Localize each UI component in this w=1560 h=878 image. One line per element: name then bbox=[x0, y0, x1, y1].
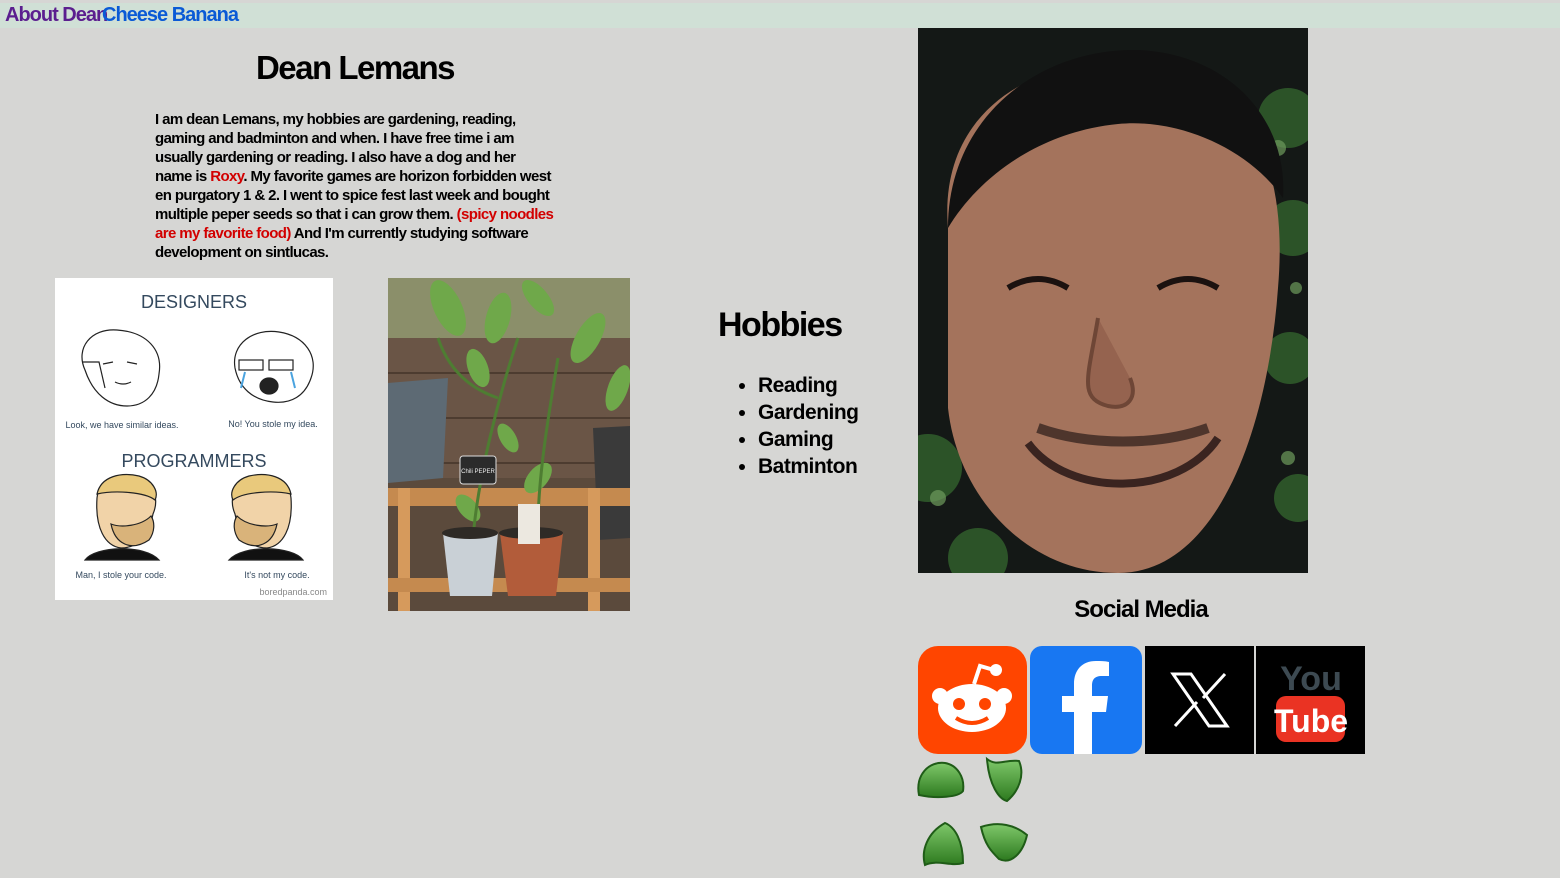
chili-plant-photo: Chili PEPER bbox=[388, 278, 630, 611]
youtube-you-text: You bbox=[1280, 660, 1342, 698]
meme-programmers-heading: PROGRAMMERS bbox=[121, 451, 266, 471]
hobby-item: Reading bbox=[758, 372, 859, 399]
nav-link-about-dean[interactable]: About Dean bbox=[5, 4, 108, 26]
page-title: Dean Lemans bbox=[255, 49, 456, 86]
youtube-link[interactable]: You Tube bbox=[1256, 646, 1365, 754]
chili-plant-label-text: Chili PEPER bbox=[461, 469, 495, 475]
x-link[interactable] bbox=[1145, 646, 1254, 754]
dean-portrait-photo bbox=[918, 28, 1308, 573]
social-media-heading: Social Media bbox=[1074, 596, 1208, 623]
hobby-item: Batminton bbox=[758, 453, 859, 480]
x-icon bbox=[1145, 646, 1254, 754]
youtube-tube-text: Tube bbox=[1274, 703, 1348, 739]
meme-programmers-right-caption: It's not my code. bbox=[244, 570, 309, 580]
nav-link-cheese-banana[interactable]: Cheese Banana bbox=[102, 4, 239, 26]
reddit-link[interactable] bbox=[918, 646, 1027, 754]
dog-name: Roxy bbox=[210, 168, 244, 185]
designers-vs-programmers-meme: DESIGNERS Look, we have similar ideas. N… bbox=[55, 278, 333, 600]
meme-designers-left-caption: Look, we have similar ideas. bbox=[65, 420, 178, 430]
facebook-link[interactable] bbox=[1030, 646, 1142, 754]
meme-designers-right-caption: No! You stole my idea. bbox=[228, 419, 318, 429]
meme-designers-heading: DESIGNERS bbox=[141, 292, 247, 312]
youtube-icon: You Tube bbox=[1256, 646, 1365, 754]
reddit-icon bbox=[918, 646, 1027, 754]
hobby-item: Gardening bbox=[758, 399, 859, 426]
meme-watermark: boredpanda.com bbox=[259, 587, 327, 597]
meme-programmers-left-caption: Man, I stole your code. bbox=[75, 570, 166, 580]
hobbies-heading: Hobbies bbox=[718, 306, 843, 344]
clover-logo bbox=[917, 756, 1029, 867]
hobby-item: Gaming bbox=[758, 426, 859, 453]
top-nav-bar: About Dean Cheese Banana bbox=[0, 3, 1560, 28]
bio-paragraph: I am dean Lemans, my hobbies are gardeni… bbox=[155, 110, 555, 262]
facebook-icon bbox=[1030, 646, 1142, 754]
hobbies-list: Reading Gardening Gaming Batminton bbox=[718, 372, 859, 480]
